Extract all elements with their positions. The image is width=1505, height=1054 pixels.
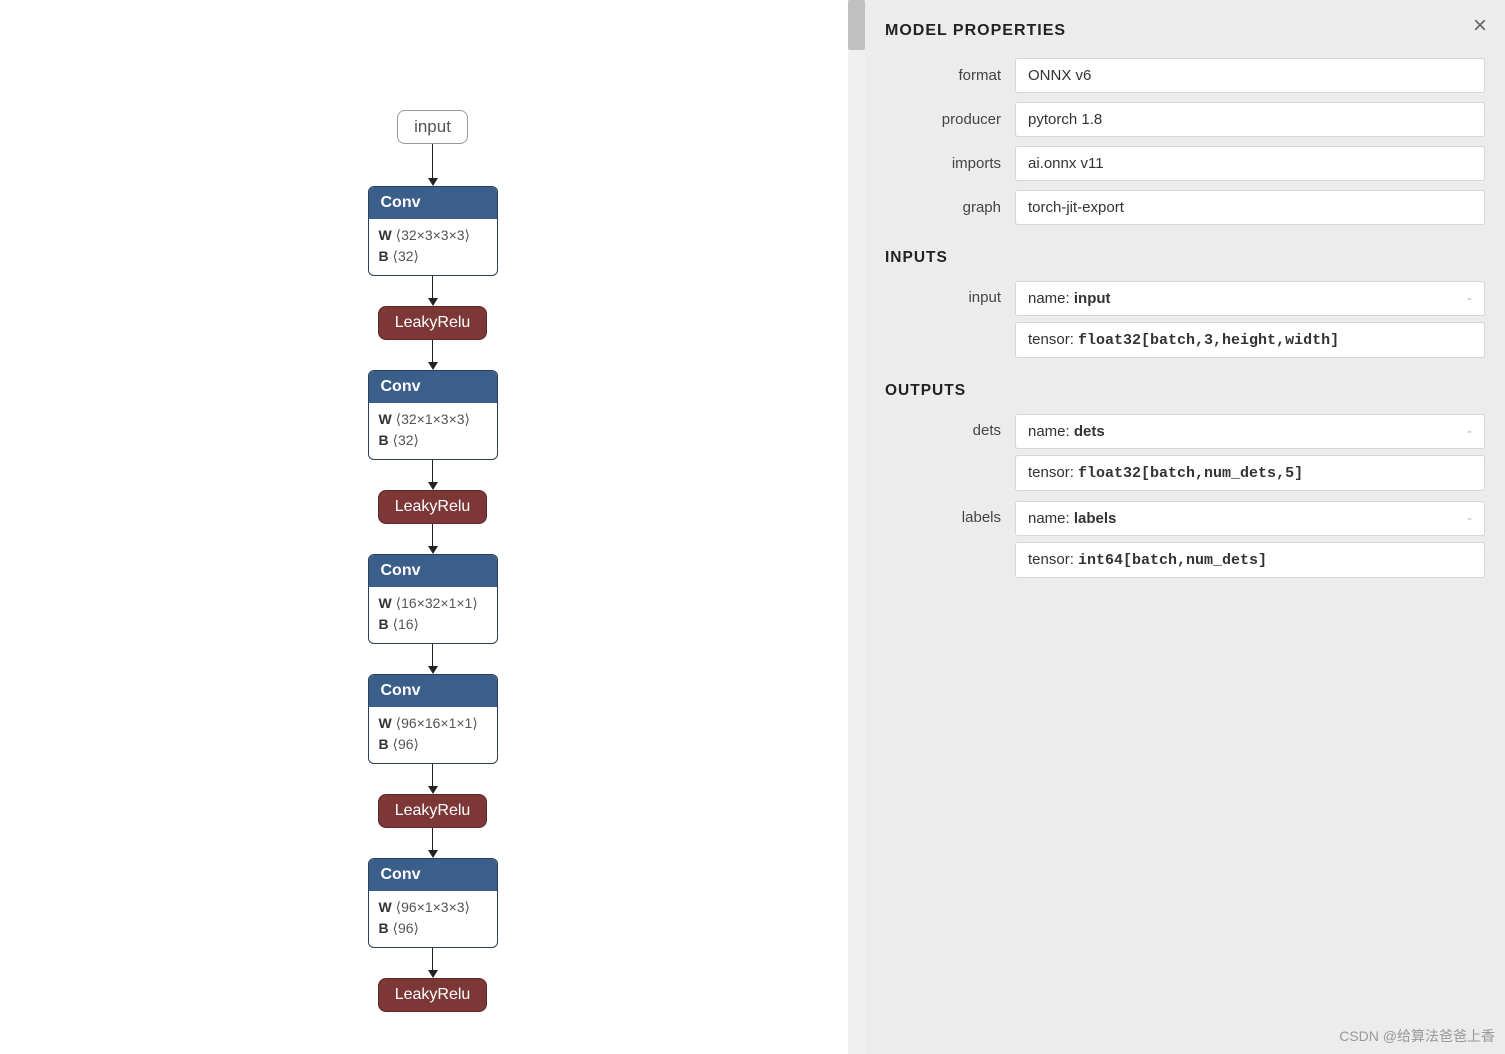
leakyrelu-node[interactable]: LeakyRelu	[378, 490, 488, 524]
inputs-heading: INPUTS	[885, 249, 1485, 267]
edge-arrow	[428, 524, 438, 554]
node-body: W ⟨32×1×3×3⟩B ⟨32⟩	[369, 403, 497, 459]
edge-arrow	[428, 340, 438, 370]
leakyrelu-node[interactable]: LeakyRelu	[378, 978, 488, 1012]
node-header: Conv	[369, 555, 497, 587]
edge-arrow	[428, 144, 438, 186]
input-node[interactable]: input	[397, 110, 468, 144]
prop-value-imports[interactable]: ai.onnx v11	[1015, 146, 1485, 181]
input-tensor-box[interactable]: tensor: float32[batch,3,height,width]	[1015, 322, 1485, 358]
conv-node[interactable]: ConvW ⟨32×3×3×3⟩B ⟨32⟩	[368, 186, 498, 276]
node-body: W ⟨96×1×3×3⟩B ⟨96⟩	[369, 891, 497, 947]
output-name-box[interactable]: name: labels-	[1015, 501, 1485, 536]
leakyrelu-node[interactable]: LeakyRelu	[378, 794, 488, 828]
output-name-box[interactable]: name: dets-	[1015, 414, 1485, 449]
outputs-heading: OUTPUTS	[885, 382, 1485, 400]
conv-node[interactable]: ConvW ⟨16×32×1×1⟩B ⟨16⟩	[368, 554, 498, 644]
prop-label-producer: producer	[885, 102, 1015, 137]
edge-arrow	[428, 644, 438, 674]
node-header: Conv	[369, 675, 497, 707]
graph-canvas[interactable]: inputConvW ⟨32×3×3×3⟩B ⟨32⟩LeakyReluConv…	[0, 0, 865, 1054]
edge-arrow	[428, 828, 438, 858]
input-row: inputname: input-tensor: float32[batch,3…	[885, 281, 1485, 358]
edge-arrow	[428, 948, 438, 978]
prop-value-format[interactable]: ONNX v6	[1015, 58, 1485, 93]
leakyrelu-node[interactable]: LeakyRelu	[378, 306, 488, 340]
conv-node[interactable]: ConvW ⟨32×1×3×3⟩B ⟨32⟩	[368, 370, 498, 460]
conv-node[interactable]: ConvW ⟨96×1×3×3⟩B ⟨96⟩	[368, 858, 498, 948]
output-row: labelsname: labels-tensor: int64[batch,n…	[885, 501, 1485, 578]
prop-value-graph[interactable]: torch-jit-export	[1015, 190, 1485, 225]
output-tensor-box[interactable]: tensor: int64[batch,num_dets]	[1015, 542, 1485, 578]
input-label: input	[885, 281, 1015, 358]
conv-node[interactable]: ConvW ⟨96×16×1×1⟩B ⟨96⟩	[368, 674, 498, 764]
prop-value-producer[interactable]: pytorch 1.8	[1015, 102, 1485, 137]
node-header: Conv	[369, 187, 497, 219]
output-row: detsname: dets-tensor: float32[batch,num…	[885, 414, 1485, 491]
prop-label-graph: graph	[885, 190, 1015, 225]
properties-panel: × MODEL PROPERTIES format ONNX v6 produc…	[865, 0, 1505, 1054]
input-name-box[interactable]: name: input-	[1015, 281, 1485, 316]
output-tensor-box[interactable]: tensor: float32[batch,num_dets,5]	[1015, 455, 1485, 491]
edge-arrow	[428, 764, 438, 794]
edge-arrow	[428, 460, 438, 490]
edge-arrow	[428, 276, 438, 306]
output-label: dets	[885, 414, 1015, 491]
node-header: Conv	[369, 859, 497, 891]
prop-label-format: format	[885, 58, 1015, 93]
node-body: W ⟨96×16×1×1⟩B ⟨96⟩	[369, 707, 497, 763]
node-body: W ⟨32×3×3×3⟩B ⟨32⟩	[369, 219, 497, 275]
panel-title: MODEL PROPERTIES	[885, 22, 1485, 40]
node-header: Conv	[369, 371, 497, 403]
close-icon[interactable]: ×	[1473, 14, 1487, 38]
node-body: W ⟨16×32×1×1⟩B ⟨16⟩	[369, 587, 497, 643]
prop-label-imports: imports	[885, 146, 1015, 181]
output-label: labels	[885, 501, 1015, 578]
